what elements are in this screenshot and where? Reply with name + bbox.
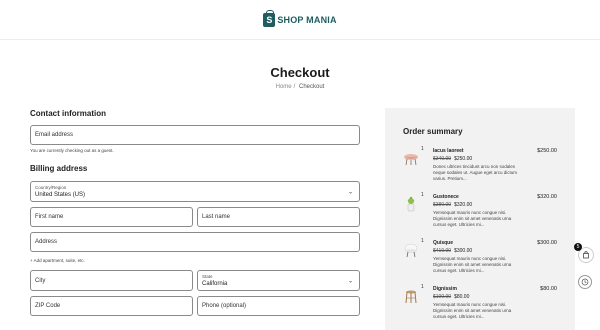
country-value: United States (US) <box>35 192 86 198</box>
item-name: Iacus laoreet <box>433 148 464 154</box>
zip-field[interactable]: ZIP Code <box>30 296 193 316</box>
breadcrumb-home-link[interactable]: Home <box>276 84 292 90</box>
item-old-price: $340.00 <box>433 156 452 162</box>
list-item: 1 Dignissim $100.00 $80.00 Yemsequat maur… <box>385 284 575 330</box>
state-label: State <box>202 274 213 279</box>
last-name-placeholder: Last name <box>202 214 231 220</box>
last-name-field[interactable]: Last name <box>197 207 360 227</box>
item-new-price: $250.00 <box>454 156 473 162</box>
item-total: $320.00 <box>537 194 557 200</box>
email-placeholder: Email address <box>35 132 74 138</box>
logo[interactable]: S SHOP MANIA <box>263 9 337 27</box>
item-description: Yemsequat mauris nunc congue nisi. Digni… <box>433 210 512 227</box>
item-prices: $410.00 $300.00 <box>433 248 472 254</box>
billing-heading: Billing address <box>30 164 88 173</box>
order-summary-panel: Order summary 1 Iacus laoreet $340.00 $25… <box>385 108 575 330</box>
item-quantity: 1 <box>421 192 424 198</box>
first-name-field[interactable]: First name <box>30 207 193 227</box>
guest-note: You are currently checking out as a gues… <box>30 148 114 153</box>
list-item: 1 Quisque $410.00 $300.00 Yemsequat mauri… <box>385 238 575 288</box>
breadcrumb-current: Checkout <box>299 84 325 90</box>
state-select[interactable]: State California ⌄ <box>197 270 360 291</box>
item-old-price: $410.00 <box>433 248 452 254</box>
country-label: Country/Region <box>35 185 67 190</box>
item-description: Yemsequat mauris nunc congue nisi. Digni… <box>433 256 512 273</box>
logo-text: SHOP MANIA <box>277 14 337 25</box>
add-apartment-link[interactable]: + Add apartment, suite, etc. <box>30 258 85 263</box>
phone-placeholder: Phone (optional) <box>202 303 247 309</box>
item-old-price: $100.00 <box>433 294 452 300</box>
address-field[interactable]: Address <box>30 232 360 252</box>
item-description: Yemsequat mauris nunc congue nisi. Digni… <box>433 302 512 319</box>
item-quantity: 1 <box>421 284 424 290</box>
item-name: Quisque <box>433 240 454 246</box>
city-field[interactable]: City <box>30 270 193 291</box>
first-name-placeholder: First name <box>35 214 64 220</box>
state-value: California <box>202 281 228 287</box>
item-description: Donec ultrices tincidunt arcu non sodale… <box>433 164 518 181</box>
item-total: $250.00 <box>537 148 557 154</box>
site-header: S SHOP MANIA <box>0 0 600 40</box>
item-quantity: 1 <box>421 238 424 244</box>
item-quantity: 1 <box>421 146 424 152</box>
page-title: Checkout <box>270 65 330 80</box>
cart-count-badge: 5 <box>574 243 582 251</box>
item-name: Gustonece <box>433 194 459 200</box>
chevron-down-icon: ⌄ <box>347 278 353 284</box>
item-prices: $380.00 $320.00 <box>433 202 472 208</box>
chevron-down-icon: ⌄ <box>347 189 353 195</box>
list-item: 1 Iacus laoreet $340.00 $250.00 Donec ult… <box>385 146 575 196</box>
item-new-price: $320.00 <box>454 202 473 208</box>
item-new-price: $80.00 <box>454 294 470 300</box>
history-button[interactable] <box>578 275 592 289</box>
breadcrumb: Home / Checkout <box>0 84 600 90</box>
shopping-bag-icon: S <box>263 9 276 27</box>
cart-icon <box>583 251 589 259</box>
item-old-price: $380.00 <box>433 202 452 208</box>
zip-placeholder: ZIP Code <box>35 303 61 309</box>
address-placeholder: Address <box>35 239 58 245</box>
item-name: Dignissim <box>433 286 457 292</box>
country-select[interactable]: Country/Region United States (US) ⌄ <box>30 181 360 202</box>
clock-icon <box>581 278 589 286</box>
item-prices: $340.00 $250.00 <box>433 156 472 162</box>
wooden-stool-icon <box>405 290 417 304</box>
breadcrumb-separator: / <box>293 84 296 90</box>
item-prices: $100.00 $80.00 <box>433 294 469 300</box>
pink-chair-icon <box>404 154 418 166</box>
plant-pot-icon <box>407 196 415 212</box>
order-summary-heading: Order summary <box>403 127 463 136</box>
white-chair-icon <box>404 243 418 258</box>
city-placeholder: City <box>35 277 46 284</box>
item-new-price: $300.00 <box>454 248 473 254</box>
item-total: $300.00 <box>537 240 557 246</box>
phone-field[interactable]: Phone (optional) <box>197 296 360 316</box>
contact-heading: Contact information <box>30 109 106 118</box>
email-field[interactable]: Email address <box>30 125 360 145</box>
item-total: $80.00 <box>540 286 557 292</box>
list-item: 1 Gustonece $380.00 $320.00 Yemsequat mau… <box>385 192 575 242</box>
